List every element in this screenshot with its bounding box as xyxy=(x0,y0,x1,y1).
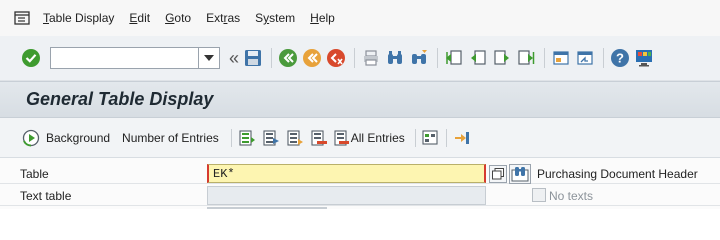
toolbar-separator xyxy=(414,128,416,147)
command-field-group xyxy=(50,47,220,69)
find-button[interactable] xyxy=(384,47,406,69)
command-field[interactable] xyxy=(50,47,198,69)
binoculars-icon xyxy=(511,167,529,182)
next-field-edge xyxy=(207,207,327,209)
table-search-button[interactable] xyxy=(509,164,531,184)
menu-edit[interactable]: Edit xyxy=(128,8,151,28)
print-button[interactable] xyxy=(360,47,382,69)
exit-icon xyxy=(303,49,322,67)
select-range-icon xyxy=(263,129,279,146)
title-bar: General Table Display xyxy=(0,81,720,118)
next-page-icon xyxy=(494,50,510,65)
first-page-icon xyxy=(446,50,462,65)
system-toolbar: « ? xyxy=(0,36,720,81)
menu-extras[interactable]: Extras xyxy=(205,8,241,28)
menu-goto[interactable]: Goto xyxy=(164,8,192,28)
back-button[interactable] xyxy=(277,47,299,69)
delete-selection-button[interactable] xyxy=(310,129,328,147)
cancel-icon xyxy=(327,49,346,67)
chevron-down-icon xyxy=(204,55,214,61)
multiple-selection-button[interactable] xyxy=(286,129,304,147)
shortcut-button[interactable] xyxy=(574,47,596,69)
menu-table-display[interactable]: Table Display xyxy=(42,8,115,28)
enter-icon xyxy=(22,49,40,67)
page-title: General Table Display xyxy=(26,89,214,109)
last-page-icon xyxy=(518,50,535,65)
find-icon xyxy=(388,51,403,64)
print-icon xyxy=(364,50,379,66)
customize-layout-icon xyxy=(636,50,653,67)
toolbar-separator xyxy=(271,48,273,68)
number-of-entries-label: Number of Entries xyxy=(122,130,219,145)
create-session-button[interactable] xyxy=(550,47,572,69)
no-texts-label: No texts xyxy=(549,189,594,203)
enter-button[interactable] xyxy=(20,47,42,69)
toolbar-separator xyxy=(437,48,439,68)
find-next-button[interactable] xyxy=(408,47,430,69)
toolbar-separator xyxy=(544,48,546,68)
select-block-button[interactable] xyxy=(238,129,256,147)
selection-form: Table Purchasing Document Header Text ta… xyxy=(0,158,720,209)
field-selection-button[interactable] xyxy=(422,129,440,147)
background-execute-icon xyxy=(22,129,40,147)
delete-selection-icon xyxy=(311,129,327,146)
table-name-input[interactable] xyxy=(207,164,486,183)
no-texts-checkbox xyxy=(532,188,546,202)
exit-button[interactable] xyxy=(301,47,323,69)
table-row: Table Purchasing Document Header xyxy=(0,164,720,184)
toolbar-separator xyxy=(354,48,356,68)
menu-help[interactable]: Help xyxy=(309,8,336,28)
svg-text:?: ? xyxy=(616,51,624,66)
all-entries-icon xyxy=(334,129,349,146)
last-page-button[interactable] xyxy=(515,47,537,69)
toolbar-separator xyxy=(230,128,232,147)
help-button[interactable]: ? xyxy=(609,47,631,69)
previous-page-icon xyxy=(471,50,486,65)
next-page-button[interactable] xyxy=(491,47,513,69)
arrow-split-icon xyxy=(454,131,469,144)
table-description: Purchasing Document Header xyxy=(537,167,698,181)
save-button[interactable] xyxy=(242,47,264,69)
find-next-icon xyxy=(412,50,428,64)
menu-system[interactable]: System xyxy=(254,8,296,28)
select-block-icon xyxy=(239,129,255,146)
text-table-row: Text table No texts xyxy=(0,186,720,206)
toolbar-separator xyxy=(603,48,605,68)
text-table-label: Text table xyxy=(20,189,72,203)
menu-icon[interactable] xyxy=(14,11,30,25)
collapse-command-field-icon[interactable]: « xyxy=(229,47,239,69)
text-table-field xyxy=(207,186,486,205)
field-selection-icon xyxy=(422,129,438,145)
multiple-selection-icon xyxy=(287,129,303,146)
application-toolbar: Background Number of Entries All Entries xyxy=(0,118,720,158)
save-icon xyxy=(245,50,262,66)
table-label: Table xyxy=(20,167,49,181)
menu-bar: Table Display Edit Goto Extras System He… xyxy=(0,0,720,36)
toolbar-separator xyxy=(445,128,447,147)
shortcut-icon xyxy=(577,51,593,65)
copy-window-icon xyxy=(492,168,504,180)
help-icon: ? xyxy=(611,49,630,67)
background-label: Background xyxy=(46,130,111,145)
customize-layout-button[interactable] xyxy=(633,47,655,69)
create-session-icon xyxy=(553,51,569,65)
all-entries-button[interactable]: All Entries xyxy=(334,129,405,146)
all-entries-label: All Entries xyxy=(350,130,405,145)
back-icon xyxy=(279,49,298,67)
first-page-button[interactable] xyxy=(443,47,465,69)
number-of-entries-button[interactable]: Number of Entries xyxy=(122,131,219,145)
command-dropdown-button[interactable] xyxy=(198,47,220,69)
cancel-button[interactable] xyxy=(325,47,347,69)
background-button[interactable]: Background xyxy=(22,129,110,147)
previous-page-button[interactable] xyxy=(467,47,489,69)
select-range-button[interactable] xyxy=(262,129,280,147)
other-options-button[interactable] xyxy=(453,129,471,147)
table-display-button[interactable] xyxy=(489,165,507,183)
